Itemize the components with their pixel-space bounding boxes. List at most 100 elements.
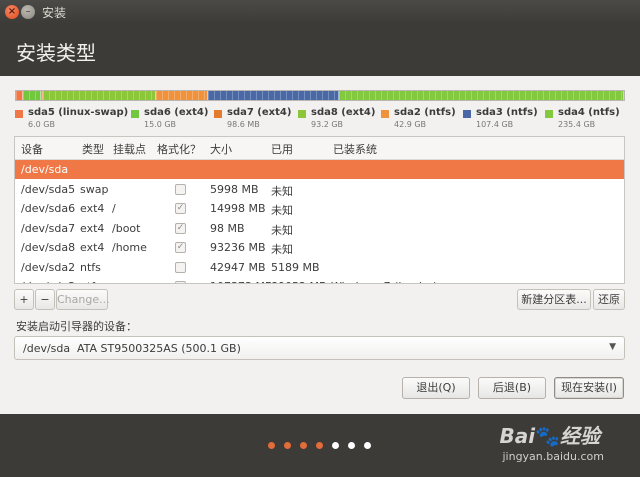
- column-header-size[interactable]: 大小: [210, 141, 268, 157]
- column-header-format[interactable]: 格式化？: [157, 141, 207, 157]
- cell-mount: /home: [112, 241, 147, 254]
- column-header-used[interactable]: 已用: [271, 141, 329, 157]
- cell-size: 14998 MB: [210, 202, 266, 215]
- legend-partition-name: sda2 (ntfs): [394, 107, 456, 118]
- cell-used: 5189 MB: [271, 260, 320, 274]
- partition-bar-segment: [156, 91, 209, 100]
- partition-bar-segment: [338, 91, 624, 100]
- format-checkbox[interactable]: [175, 281, 186, 283]
- column-header-device[interactable]: 设备: [21, 141, 79, 157]
- legend-partition-name: sda3 (ntfs): [476, 107, 538, 118]
- legend-partition-size: 42.9 GB: [394, 120, 427, 129]
- cell-mount: /: [112, 202, 116, 215]
- boot-loader-label: 安装启动引导器的设备：: [16, 320, 137, 333]
- legend-partition-name: sda7 (ext4): [227, 107, 292, 118]
- cell-size: 93236 MB: [210, 241, 266, 254]
- cell-device: /dev/sda3: [21, 280, 75, 283]
- partition-legend: sda5 (linux-swap) 6.0 GB sda6 (ext4) 15.0 G…: [15, 107, 630, 133]
- legend-partition-size: 107.4 GB: [476, 120, 514, 129]
- table-row[interactable]: /dev/sda2 ntfs 42947 MB 5189 MB: [15, 258, 624, 277]
- progress-dot: [284, 442, 291, 449]
- legend-partition-size: 98.6 MB: [227, 120, 260, 129]
- change-partition-button[interactable]: Change...: [56, 289, 110, 310]
- remove-partition-button[interactable]: −: [35, 289, 55, 310]
- window-title: 安装: [42, 6, 67, 20]
- column-header-type[interactable]: 类型: [82, 141, 112, 157]
- revert-button[interactable]: 还原: [593, 289, 625, 310]
- boot-loader-select[interactable]: /dev/sda ATA ST9500325AS (500.1 GB) ▼: [14, 336, 625, 360]
- cell-size: 42947 MB: [210, 260, 266, 274]
- partition-table: 设备 类型 挂载点 格式化？ 大小 已用 已装系统 /dev/sda/dev/s…: [14, 136, 625, 284]
- cell-type: ext4: [80, 221, 105, 235]
- minimize-window-button[interactable]: –: [21, 5, 35, 19]
- cell-used: 89052 MB: [271, 280, 327, 283]
- cell-device: /dev/sda7: [21, 221, 76, 235]
- progress-dot: [316, 442, 323, 449]
- column-header-mount[interactable]: 挂载点: [113, 141, 151, 157]
- partition-usage-bar: [15, 90, 625, 101]
- cell-size: 107373 MB: [210, 280, 273, 283]
- format-checkbox[interactable]: [175, 261, 186, 273]
- cell-size: 5998 MB: [210, 182, 259, 196]
- cell-used: 未知: [271, 243, 293, 256]
- progress-dot: [268, 442, 275, 449]
- legend-partition-name: sda5 (linux-swap): [28, 107, 129, 118]
- legend-swatch: [381, 110, 389, 118]
- cell-device: /dev/sda6: [21, 202, 76, 215]
- legend-swatch: [131, 110, 139, 118]
- table-row[interactable]: /dev/sda6 ext4 / 14998 MB 未知 ✓: [15, 199, 624, 218]
- cell-type: ntfs: [80, 280, 101, 283]
- format-checkbox[interactable]: ✓: [175, 222, 186, 234]
- legend-partition-size: 15.0 GB: [144, 120, 177, 129]
- cell-used: 未知: [271, 223, 293, 237]
- table-row[interactable]: /dev/sda5 swap 5998 MB 未知: [15, 180, 624, 199]
- cell-device: /dev/sda: [21, 163, 69, 176]
- format-checkbox[interactable]: [175, 183, 186, 195]
- progress-dot: [300, 442, 307, 449]
- legend-partition-size: 93.2 GB: [311, 120, 344, 129]
- quit-button[interactable]: 退出(Q): [402, 377, 470, 399]
- cell-device: /dev/sda8: [21, 241, 76, 254]
- partition-bar-segment: [208, 91, 339, 100]
- legend-partition-size: 235.4 GB: [558, 120, 596, 129]
- format-checkbox[interactable]: ✓: [175, 242, 186, 253]
- cell-device: /dev/sda5: [21, 182, 76, 196]
- add-partition-button[interactable]: +: [14, 289, 34, 310]
- legend-swatch: [15, 110, 23, 118]
- back-button[interactable]: 后退(B): [478, 377, 546, 399]
- install-now-button[interactable]: 现在安装(I): [554, 377, 624, 399]
- table-row[interactable]: /dev/sda3 ntfs 107373 MB89052 MB Windows 7 …: [15, 277, 624, 283]
- progress-dot: [348, 442, 355, 449]
- progress-dot: [332, 442, 339, 449]
- cell-used: 未知: [271, 184, 293, 198]
- cell-device: /dev/sda2: [21, 260, 76, 274]
- table-row[interactable]: /dev/sda7 ext4/boot 98 MB 未知 ✓: [15, 219, 624, 238]
- cell-type: swap: [80, 182, 109, 196]
- legend-partition-name: sda6 (ext4): [144, 107, 209, 118]
- page-title: 安装类型: [16, 41, 96, 65]
- legend-swatch: [463, 110, 471, 118]
- legend-partition-size: 6.0 GB: [28, 120, 55, 129]
- page-header: 安装类型: [0, 24, 640, 76]
- legend-swatch: [298, 110, 306, 118]
- table-row[interactable]: /dev/sda: [15, 160, 624, 179]
- progress-dot: [364, 442, 371, 449]
- footer: Bai🐾经验 jingyan.baidu.com: [0, 414, 640, 477]
- new-partition-table-button[interactable]: 新建分区表...: [517, 289, 591, 310]
- table-row[interactable]: /dev/sda8 ext4/home 93236 MB 未知 ✓: [15, 238, 624, 257]
- cell-mount: /boot: [112, 221, 141, 235]
- legend-swatch: [545, 110, 553, 118]
- cell-system: Windows 7 (loader): [331, 280, 437, 283]
- format-checkbox[interactable]: ✓: [175, 203, 186, 214]
- watermark-logo: Bai🐾经验: [499, 424, 600, 448]
- legend-partition-name: sda8 (ext4): [311, 107, 376, 118]
- partition-bar-segment: [43, 91, 157, 100]
- column-header-system[interactable]: 已装系统: [333, 141, 433, 157]
- boot-device-value: /dev/sda: [23, 342, 71, 355]
- cell-used: 未知: [271, 204, 293, 217]
- cell-size: 98 MB: [210, 221, 245, 235]
- partition-bar-segment: [16, 91, 24, 100]
- legend-partition-name: sda4 (ntfs): [558, 107, 620, 118]
- cell-type: ext4: [80, 241, 105, 254]
- close-window-button[interactable]: ×: [5, 5, 19, 19]
